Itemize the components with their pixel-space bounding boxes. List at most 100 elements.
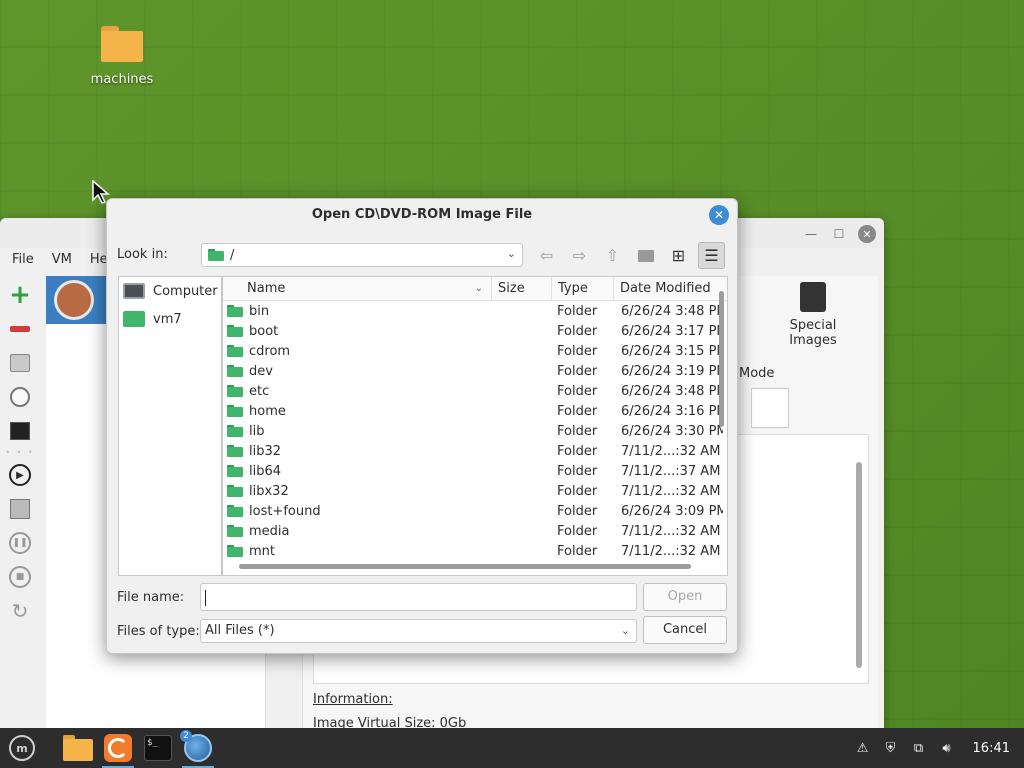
stop-button[interactable]: ■ — [0, 560, 40, 594]
pause-button[interactable]: ❚❚ — [0, 526, 40, 560]
mint-menu-icon: m — [9, 735, 35, 761]
files-of-type-combo[interactable]: All Files (*) ⌄ — [200, 619, 637, 643]
folder-icon — [227, 545, 243, 557]
folder-icon — [227, 525, 243, 537]
close-icon[interactable]: ✕ — [709, 205, 729, 225]
file-row[interactable]: mnt Folder 7/11/2...:32 AM — [223, 541, 727, 561]
file-type: Folder — [557, 443, 598, 459]
forward-button[interactable]: ⇨ — [566, 242, 593, 269]
column-name-label: Name — [247, 281, 286, 296]
clock[interactable]: 16:41 — [973, 741, 1010, 756]
folder-icon — [227, 485, 243, 497]
navigation-buttons: ⇦ ⇨ ⇧ ⊞ ☰ — [533, 242, 725, 269]
file-name: cdrom — [249, 343, 291, 359]
file-name: mnt — [249, 543, 275, 559]
toolbar-separator: • • • — [5, 448, 35, 457]
look-in-combo[interactable]: / ⌄ — [201, 243, 523, 267]
file-row[interactable]: lib32 Folder 7/11/2...:32 AM — [223, 441, 727, 461]
taskbar: m $_ 2 ⚠ ⛨ ⧉ 🔊︎ 16:41 — [0, 728, 1024, 768]
detail-view-button[interactable]: ☰ — [698, 242, 725, 269]
menu-vm[interactable]: VM — [52, 252, 72, 267]
firefox-launcher[interactable] — [100, 730, 136, 768]
close-icon[interactable]: ✕ — [858, 225, 876, 243]
folder-icon — [227, 345, 243, 357]
special-images-label: Special Images — [789, 318, 837, 348]
file-name-cell: media — [223, 524, 491, 539]
terminal-launcher[interactable]: $_ — [140, 730, 176, 766]
file-name-cell: bin — [223, 304, 491, 319]
file-name-cell: lost+found — [223, 504, 491, 519]
place-vm7[interactable]: vm7 — [119, 305, 221, 333]
volume-icon[interactable]: 🔊︎ — [939, 740, 955, 756]
place-label: vm7 — [153, 311, 182, 327]
maximize-icon[interactable]: ☐ — [830, 225, 848, 243]
file-row[interactable]: cdrom Folder 6/26/24 3:15 PM — [223, 341, 727, 361]
column-size[interactable]: Size — [491, 277, 551, 300]
file-row[interactable]: etc Folder 6/26/24 3:48 PM — [223, 381, 727, 401]
disk-button[interactable] — [0, 346, 40, 380]
file-name-cell: lib64 — [223, 464, 491, 479]
folder-icon — [227, 305, 243, 317]
minimize-icon[interactable]: — — [802, 225, 820, 243]
file-date: 6/26/24 3:09 PM — [621, 503, 723, 519]
column-type[interactable]: Type — [551, 277, 613, 300]
file-row[interactable]: lost+found Folder 6/26/24 3:09 PM — [223, 501, 727, 521]
back-button[interactable]: ⇦ — [533, 242, 560, 269]
file-type: Folder — [557, 363, 598, 379]
file-name-input[interactable] — [200, 583, 637, 611]
file-row[interactable]: bin Folder 6/26/24 3:48 PM — [223, 301, 727, 321]
add-vm-button[interactable]: + — [0, 278, 40, 312]
file-type: Folder — [557, 503, 598, 519]
notification-icon[interactable]: ⚠ — [855, 740, 871, 756]
file-name-cell: etc — [223, 384, 491, 399]
cancel-button[interactable]: Cancel — [643, 616, 727, 644]
icon-view-button[interactable]: ⊞ — [665, 242, 692, 269]
menu-file[interactable]: File — [12, 252, 34, 267]
shield-icon[interactable]: ⛨ — [883, 740, 899, 756]
reset-button[interactable]: ↻ — [0, 594, 40, 628]
file-row[interactable]: media Folder 7/11/2...:32 AM — [223, 521, 727, 541]
virtualbox-launcher[interactable]: 2 — [180, 730, 216, 768]
menu-help[interactable]: He — [90, 252, 108, 267]
details-scrollbar[interactable] — [856, 462, 862, 668]
text-caret — [205, 590, 206, 606]
file-name-cell: dev — [223, 364, 491, 379]
place-computer[interactable]: Computer — [119, 277, 221, 305]
desktop-icon-label: machines — [90, 72, 154, 87]
mode-list-icon[interactable] — [751, 388, 789, 428]
play-icon: ▶ — [9, 464, 31, 486]
look-in-value: / — [230, 247, 235, 263]
special-images-tool[interactable]: Special Images — [765, 282, 861, 348]
column-date-modified[interactable]: Date Modified — [613, 277, 723, 300]
files-launcher[interactable] — [60, 730, 96, 766]
folder-icon — [227, 405, 243, 417]
file-row[interactable]: lib64 Folder 7/11/2...:37 AM — [223, 461, 727, 481]
grid-icon: ⊞ — [671, 246, 686, 265]
file-row[interactable]: dev Folder 6/26/24 3:19 PM — [223, 361, 727, 381]
open-button[interactable]: Open — [643, 583, 727, 611]
column-name[interactable]: Name ⌄ — [223, 277, 491, 300]
file-date: 7/11/2...:32 AM — [621, 543, 721, 559]
remove-vm-button[interactable] — [0, 312, 40, 346]
file-row[interactable]: home Folder 6/26/24 3:16 PM — [223, 401, 727, 421]
plus-icon: + — [9, 280, 31, 310]
vertical-scrollbar[interactable] — [719, 291, 724, 427]
network-icon[interactable]: ⧉ — [911, 740, 927, 756]
save-state-button[interactable] — [0, 492, 40, 526]
horizontal-scrollbar[interactable] — [239, 564, 691, 569]
file-name: lost+found — [249, 503, 321, 519]
new-folder-button[interactable] — [632, 242, 659, 269]
file-row[interactable]: boot Folder 6/26/24 3:17 PM — [223, 321, 727, 341]
start-button[interactable]: ▶ — [0, 458, 40, 492]
mint-menu-button[interactable]: m — [4, 730, 40, 766]
terminal-icon — [10, 422, 30, 440]
file-type: Folder — [557, 543, 598, 559]
parent-dir-button[interactable]: ⇧ — [599, 242, 626, 269]
file-row[interactable]: lib Folder 6/26/24 3:30 PM — [223, 421, 727, 441]
snapshot-button[interactable] — [0, 380, 40, 414]
desktop-icon-machines[interactable]: machines — [88, 26, 156, 87]
file-row[interactable]: libx32 Folder 7/11/2...:32 AM — [223, 481, 727, 501]
file-date: 7/11/2...:32 AM — [621, 443, 721, 459]
file-type: Folder — [557, 383, 598, 399]
console-button[interactable] — [0, 414, 40, 448]
